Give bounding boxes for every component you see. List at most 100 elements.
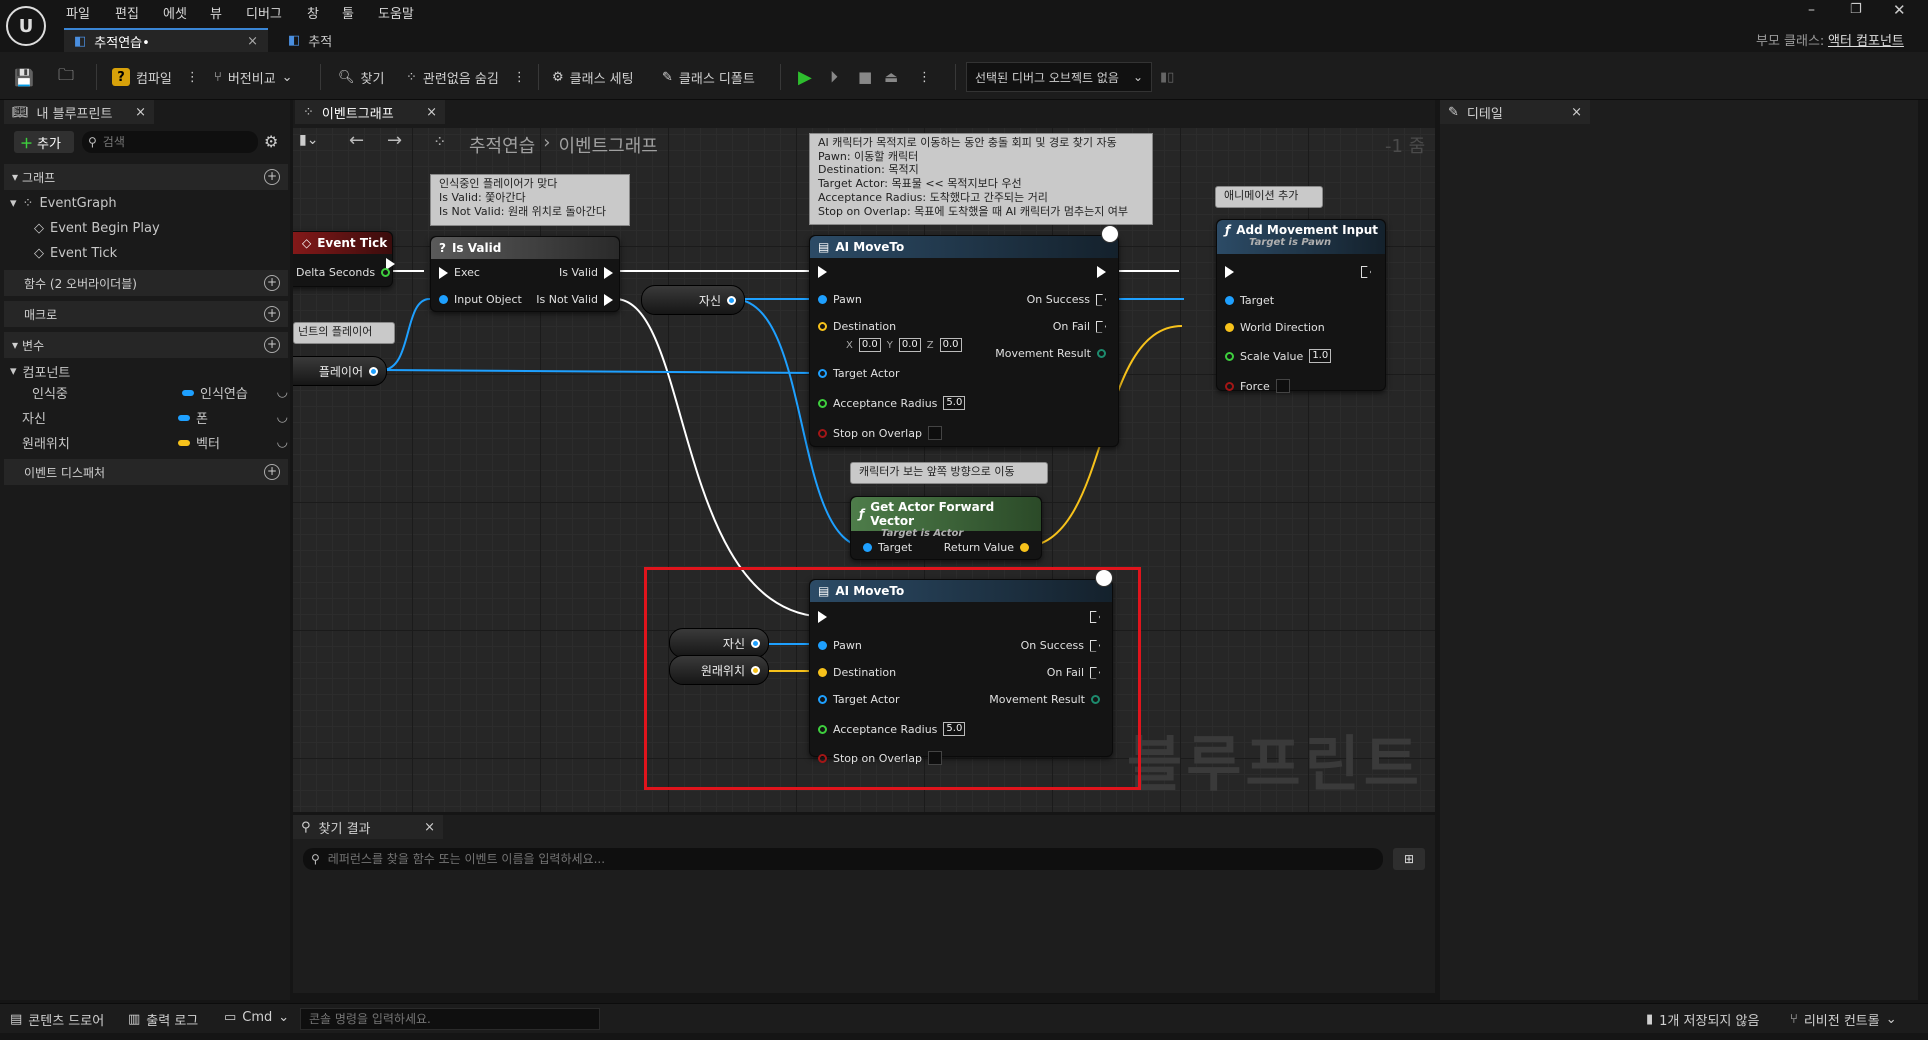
find-button[interactable]: 🔍︎ 찾기 bbox=[338, 64, 384, 90]
return-value-pin[interactable]: Return Value bbox=[944, 541, 1029, 554]
more-icon[interactable]: ⋮ bbox=[918, 64, 931, 90]
variable-row[interactable]: 자신 폰 ◡ bbox=[22, 408, 288, 427]
hide-unrelated-button[interactable]: ⁘ 관련없음 숨김 ⋮ bbox=[406, 64, 526, 90]
menu-edit[interactable]: 편집 bbox=[115, 3, 139, 22]
menu-view[interactable]: 뷰 bbox=[210, 3, 222, 22]
exec-out-pin[interactable] bbox=[1097, 266, 1106, 278]
add-variable-icon[interactable]: + bbox=[264, 337, 280, 353]
exec-in-pin[interactable] bbox=[1225, 266, 1234, 278]
debug-filter-icon[interactable]: ▮▯ bbox=[1160, 64, 1174, 90]
add-graph-icon[interactable]: + bbox=[264, 169, 280, 185]
y-field[interactable]: 0.0 bbox=[898, 338, 921, 352]
diff-button[interactable]: ⑂ 버전비교 ⌄ bbox=[214, 64, 293, 90]
output-log-button[interactable]: ▥ 출력 로그 bbox=[128, 1010, 198, 1029]
ai-move-to-node[interactable]: ▤ AI MoveTo Pawn Destination X 0.0 Y 0.0 Z… bbox=[809, 235, 1119, 447]
add-dispatcher-icon[interactable]: + bbox=[264, 464, 280, 480]
destination-values[interactable]: X 0.0 Y 0.0 Z 0.0 bbox=[846, 338, 962, 352]
tab-details[interactable]: ✎ 디테일 × bbox=[1440, 100, 1590, 124]
event-tick-node[interactable]: ◇ Event Tick Delta Seconds bbox=[293, 231, 395, 287]
compile-button[interactable]: ? 컴파일 ⋮ bbox=[112, 64, 199, 90]
tree-event-begin-play[interactable]: ◇ Event Begin Play bbox=[34, 221, 160, 236]
target-pin[interactable]: Target bbox=[1225, 294, 1274, 307]
parent-class-link[interactable]: 액터 컴포넌트 bbox=[1828, 30, 1904, 49]
close-icon[interactable]: × bbox=[1571, 105, 1582, 120]
revision-control-button[interactable]: ⑂ 리비전 컨트롤 ⌄ bbox=[1790, 1010, 1897, 1029]
acceptance-radius-pin[interactable]: Acceptance Radius 5.0 bbox=[818, 396, 966, 410]
unreal-logo[interactable]: U bbox=[6, 6, 46, 46]
x-field[interactable]: 0.0 bbox=[858, 338, 881, 352]
close-icon[interactable]: × bbox=[247, 34, 258, 49]
unsaved-button[interactable]: ▮ 1개 저장되지 않음 bbox=[1646, 1010, 1759, 1029]
stop-checkbox[interactable] bbox=[927, 426, 942, 440]
force-checkbox[interactable] bbox=[1275, 379, 1290, 393]
destination-pin[interactable]: Destination bbox=[818, 320, 896, 333]
tree-event-graph[interactable]: ▾ ⁘ EventGraph bbox=[10, 196, 117, 211]
section-functions[interactable]: 함수 (2 오버라이더블) + bbox=[4, 270, 288, 296]
radius-field[interactable]: 5.0 bbox=[943, 396, 966, 410]
z-field[interactable]: 0.0 bbox=[939, 338, 962, 352]
tree-event-tick[interactable]: ◇ Event Tick bbox=[34, 246, 117, 261]
is-valid-out-pin[interactable]: Is Valid bbox=[559, 266, 613, 279]
exec-in-pin[interactable]: Exec bbox=[439, 266, 480, 279]
tab-find-results[interactable]: ⚲ 찾기 결과 × bbox=[293, 815, 443, 839]
menu-help[interactable]: 도움말 bbox=[378, 3, 414, 22]
delta-seconds-pin[interactable]: Delta Seconds bbox=[296, 266, 391, 279]
exec-out-pin[interactable] bbox=[1361, 266, 1371, 278]
eject-icon[interactable]: ⏏ bbox=[884, 64, 898, 90]
comment-move-to[interactable]: AI 캐릭터가 목적지로 이동하는 동안 충돌 회피 및 경로 찾기 자동 Pa… bbox=[809, 133, 1153, 225]
on-fail-pin[interactable]: On Fail bbox=[1053, 320, 1106, 333]
menu-tools[interactable]: 툴 bbox=[342, 3, 354, 22]
get-actor-forward-vector-node[interactable]: ƒ Get Actor Forward Vector Target is Acto… bbox=[850, 496, 1042, 560]
tree-components[interactable]: ▾ 컴포넌트 bbox=[10, 362, 70, 381]
world-direction-pin[interactable]: World Direction bbox=[1225, 321, 1325, 334]
restore-button[interactable]: ❐ bbox=[1850, 2, 1862, 17]
comment-is-valid[interactable]: 인식중인 플레이어가 맞다 Is Valid: 쫓아간다 Is Not Vali… bbox=[430, 174, 630, 226]
more-icon[interactable]: ⋮ bbox=[186, 70, 199, 85]
eye-icon[interactable]: ◡ bbox=[277, 385, 288, 400]
binoculars-icon[interactable]: ⊞ bbox=[1393, 848, 1425, 870]
play-icon[interactable]: ▶ bbox=[798, 64, 812, 90]
doc-tab-active[interactable]: ◧ 추적연습• × bbox=[64, 28, 268, 52]
eye-icon[interactable]: ◡ bbox=[277, 410, 288, 425]
scale-value-pin[interactable]: Scale Value 1.0 bbox=[1225, 349, 1332, 363]
target-pin[interactable]: Target bbox=[863, 541, 912, 554]
stop-icon[interactable]: ■ bbox=[858, 64, 872, 90]
section-graphs[interactable]: ▾ 그래프 + bbox=[4, 164, 288, 190]
event-graph-canvas[interactable]: ▮⌄ ← → ⁘ 추적연습 › 이벤트그래프 -1 줌 블루프린트 인식중인 플… bbox=[293, 128, 1435, 812]
section-variables[interactable]: ▾ 변수 + bbox=[4, 332, 288, 358]
step-icon[interactable]: ⏵ bbox=[830, 64, 838, 90]
console-input[interactable] bbox=[300, 1008, 600, 1030]
menu-window[interactable]: 창 bbox=[307, 3, 319, 22]
tab-event-graph[interactable]: ⁘ 이벤트그래프 × bbox=[295, 100, 445, 124]
eye-icon[interactable]: ◡ bbox=[277, 435, 288, 450]
section-macros[interactable]: 매크로 + bbox=[4, 301, 288, 327]
search-input[interactable] bbox=[102, 135, 243, 149]
class-defaults-button[interactable]: ✎ 클래스 디폴트 bbox=[662, 64, 755, 90]
find-input[interactable] bbox=[327, 852, 1328, 866]
add-function-icon[interactable]: + bbox=[264, 275, 280, 291]
is-not-valid-out-pin[interactable]: Is Not Valid bbox=[536, 293, 613, 306]
find-search-box[interactable]: ⚲ bbox=[303, 848, 1383, 870]
variable-row[interactable]: 인식중 인식연습 ◡ bbox=[32, 383, 288, 402]
section-dispatchers[interactable]: 이벤트 디스패처 + bbox=[4, 459, 288, 485]
add-button[interactable]: ＋ 추가 bbox=[14, 131, 74, 153]
stop-on-overlap-pin[interactable]: Stop on Overlap bbox=[818, 426, 942, 440]
close-icon[interactable]: × bbox=[135, 105, 146, 120]
close-icon[interactable]: × bbox=[426, 105, 437, 120]
input-object-pin[interactable]: Input Object bbox=[439, 293, 522, 306]
add-movement-input-node[interactable]: ƒ Add Movement Input Target is Pawn Targe… bbox=[1216, 219, 1386, 393]
tab-my-blueprint[interactable]: 📖︎ 내 블루프린트 × bbox=[4, 100, 154, 124]
debug-object-dropdown[interactable]: 선택된 디버그 오브젝트 없음 ⌄ bbox=[966, 62, 1152, 92]
save-icon[interactable]: 💾 bbox=[14, 64, 34, 90]
scale-field[interactable]: 1.0 bbox=[1309, 349, 1332, 363]
variable-row[interactable]: 원래위치 벡터 ◡ bbox=[22, 433, 288, 452]
menu-file[interactable]: 파일 bbox=[66, 3, 90, 22]
cmd-dropdown[interactable]: ▭ Cmd ⌄ bbox=[224, 1010, 289, 1025]
close-window-button[interactable]: ✕ bbox=[1893, 1, 1906, 19]
search-box[interactable]: ⚲ bbox=[82, 131, 258, 153]
pawn-pin[interactable]: Pawn bbox=[818, 293, 862, 306]
on-success-pin[interactable]: On Success bbox=[1027, 293, 1106, 306]
menu-debug[interactable]: 디버그 bbox=[246, 3, 282, 22]
more-icon[interactable]: ⋮ bbox=[513, 70, 526, 85]
target-actor-pin[interactable]: Target Actor bbox=[818, 367, 899, 380]
